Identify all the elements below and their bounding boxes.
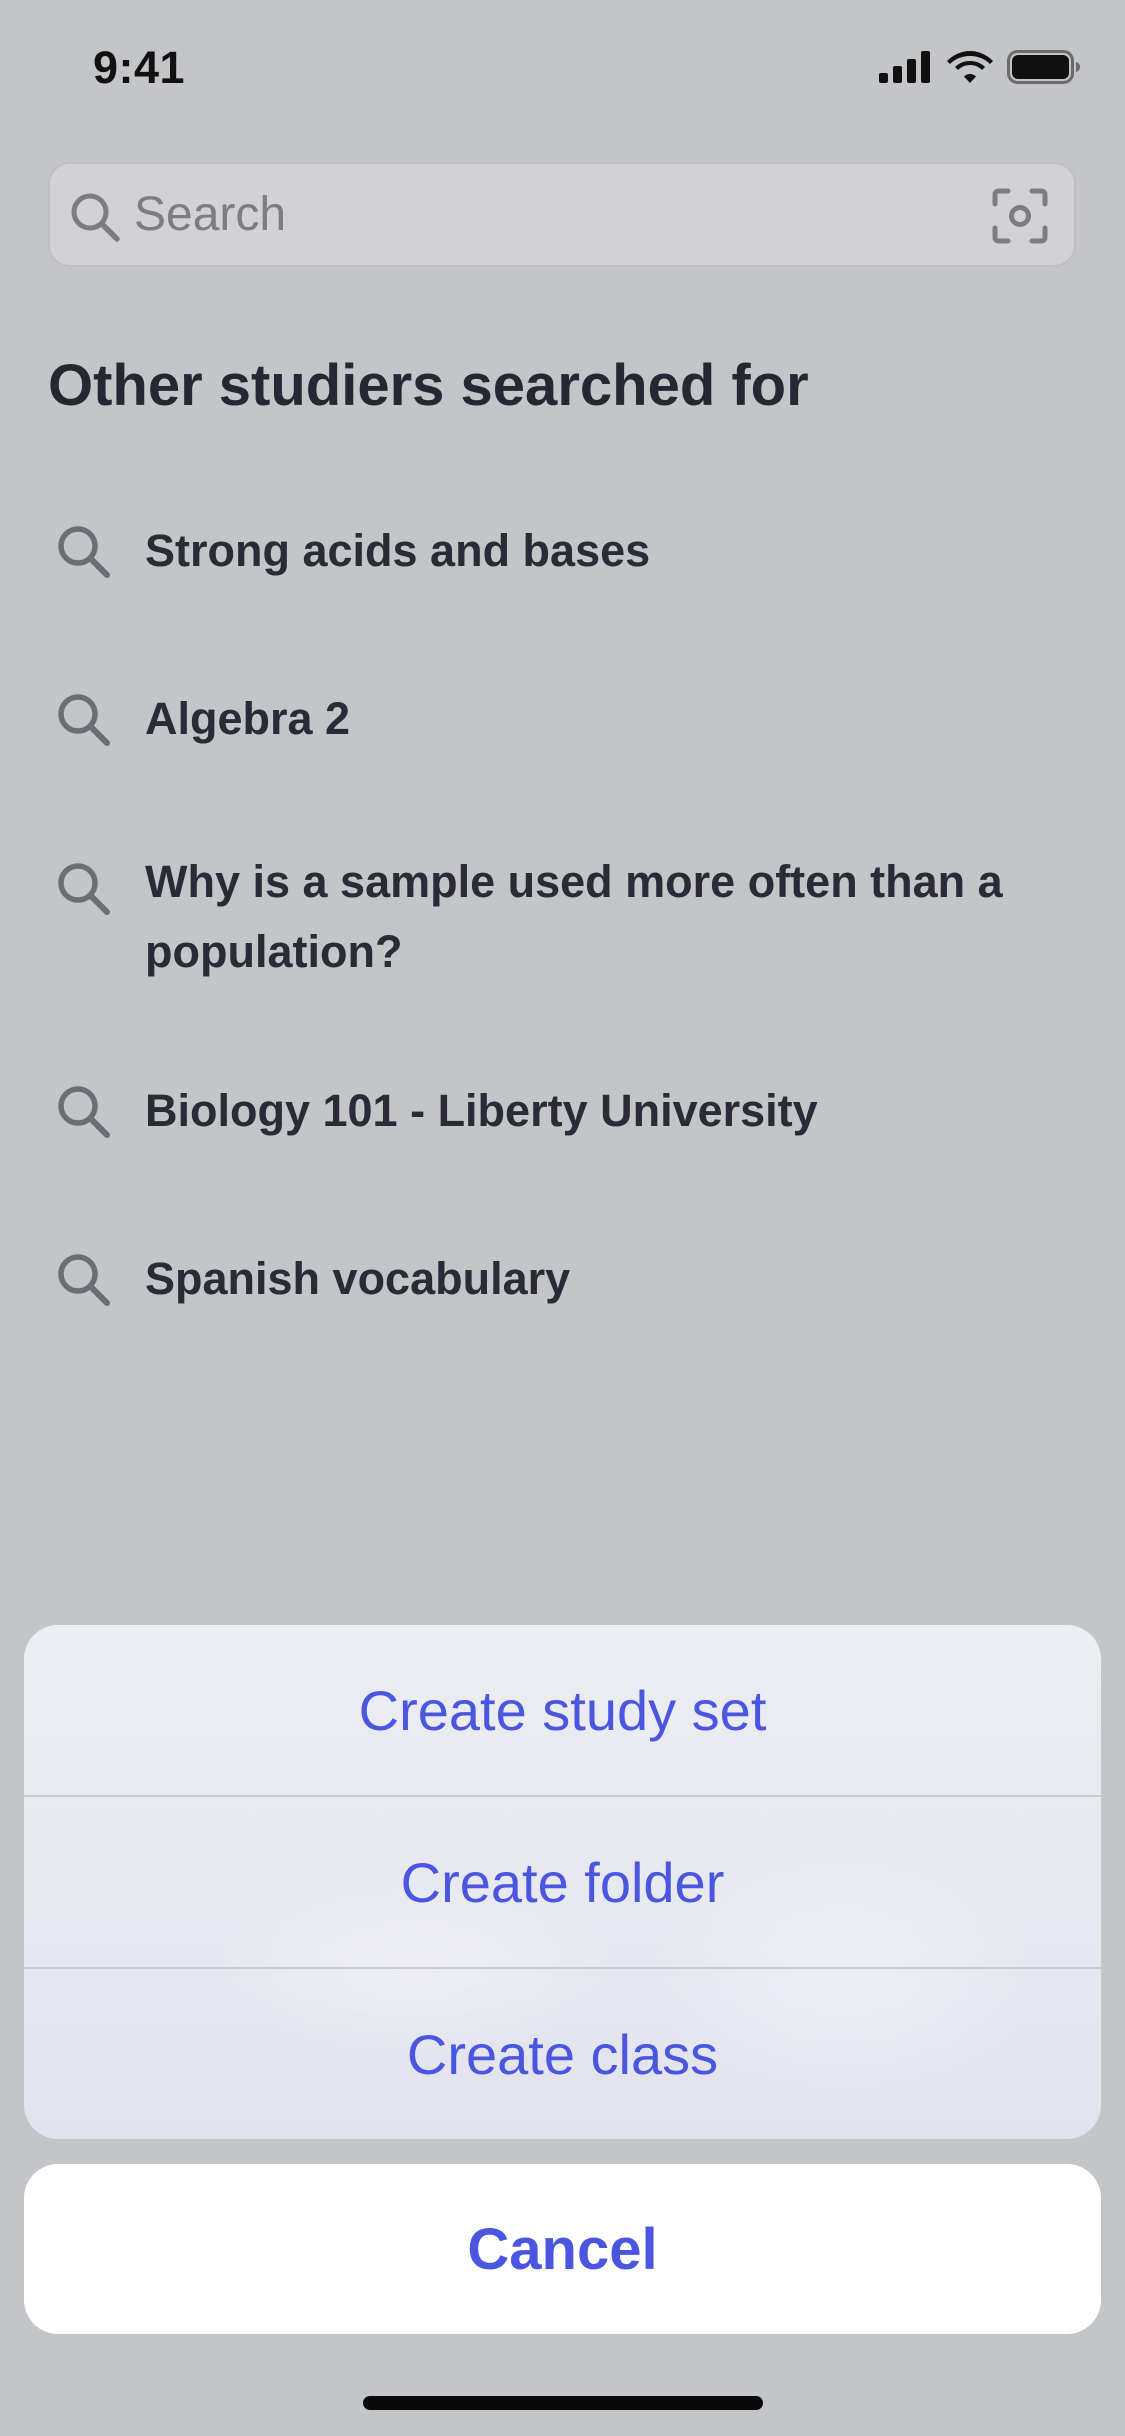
suggestion-label: Biology 101 - Liberty University <box>145 1085 818 1136</box>
cancel-button[interactable]: Cancel <box>24 2164 1101 2334</box>
cellular-signal-icon <box>879 51 930 83</box>
search-icon <box>71 193 120 242</box>
create-study-set-button[interactable]: Create study set <box>24 1625 1101 1796</box>
search-input[interactable] <box>134 164 994 265</box>
action-sheet: Create study set Create folder Create cl… <box>24 1625 1101 2139</box>
battery-icon <box>1007 50 1080 84</box>
suggestion-label: Spanish vocabulary <box>145 1253 571 1304</box>
search-icon <box>58 1086 110 1138</box>
create-class-button[interactable]: Create class <box>24 1969 1101 2139</box>
search-icon <box>58 694 110 746</box>
search-icon <box>58 526 110 578</box>
status-time: 9:41 <box>93 42 186 93</box>
search-bar[interactable] <box>48 162 1076 267</box>
status-icons <box>879 50 1081 84</box>
create-folder-button[interactable]: Create folder <box>24 1797 1101 1968</box>
search-icon <box>58 1254 110 1306</box>
suggestion-label: Strong acids and bases <box>145 525 651 576</box>
suggestion-label: Algebra 2 <box>145 693 351 744</box>
wifi-icon <box>947 51 993 83</box>
status-bar: 9:41 <box>0 0 1125 135</box>
search-icon <box>58 863 110 915</box>
section-title: Other studiers searched for <box>48 353 809 418</box>
home-indicator[interactable] <box>363 2396 763 2410</box>
suggestion-label: Why is a sample used more often than a p… <box>145 856 1003 977</box>
scan-camera-icon[interactable] <box>992 188 1048 244</box>
